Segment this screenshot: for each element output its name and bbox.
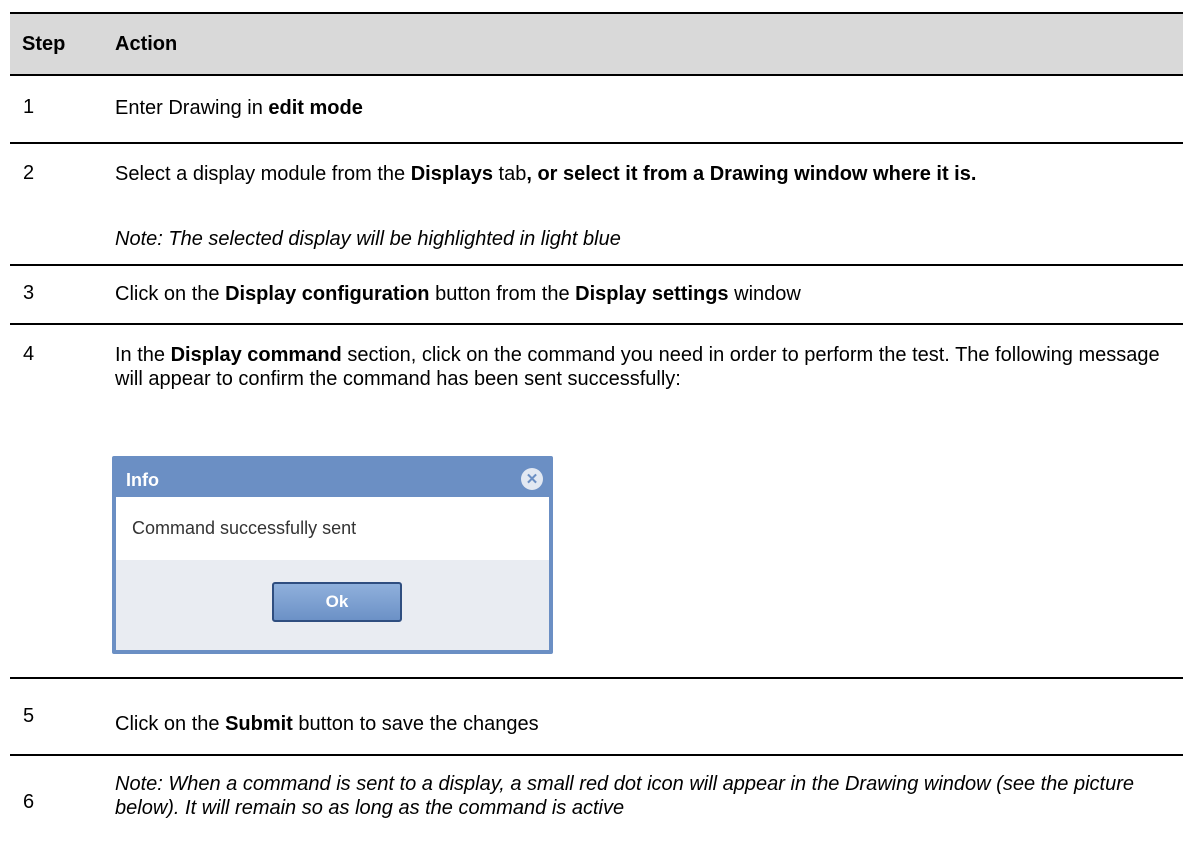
table-row: 4 In the Display command section, click …: [10, 325, 1183, 679]
step-number: 4: [23, 343, 35, 365]
step-number: 2: [23, 162, 35, 184]
close-circle-icon[interactable]: ✕: [521, 468, 543, 490]
step-number: 5: [23, 705, 35, 727]
step-action: In the Display command section, click on…: [115, 344, 1160, 390]
info-dialog: Info ✕ Command successfully sent Ok: [112, 456, 553, 654]
dialog-body: Command successfully sent: [116, 497, 549, 560]
ok-button[interactable]: Ok: [272, 582, 402, 622]
dialog-footer: Ok: [116, 560, 549, 650]
step-number: 3: [23, 282, 35, 304]
dialog-title: Info: [126, 470, 159, 490]
dialog-message: Command successfully sent: [132, 518, 357, 538]
table-row: 5 Click on the Submit button to save the…: [10, 679, 1183, 756]
step-number: 6: [23, 791, 35, 813]
table-row: 3 Click on the Display configuration but…: [10, 266, 1183, 325]
step-note: Note: The selected display will be highl…: [115, 228, 621, 250]
step-action: Click on the Display configuration butto…: [115, 283, 801, 305]
step-action: Click on the Submit button to save the c…: [115, 713, 539, 735]
header-step: Step: [22, 32, 66, 55]
step-action: Enter Drawing in edit mode: [115, 97, 363, 119]
table-header: Step Action: [10, 12, 1183, 76]
step-note: Note: When a command is sent to a displa…: [115, 773, 1135, 819]
step-action: Select a display module from the Display…: [115, 163, 977, 185]
header-action: Action: [115, 32, 178, 55]
table-row: 1 Enter Drawing in edit mode: [10, 76, 1183, 144]
procedure-table: Step Action 1 Enter Drawing in edit mode…: [10, 12, 1183, 838]
table-row: 6 Note: When a command is sent to a disp…: [10, 756, 1183, 838]
step-number: 1: [23, 96, 35, 118]
table-row: 2 Select a display module from the Displ…: [10, 144, 1183, 266]
